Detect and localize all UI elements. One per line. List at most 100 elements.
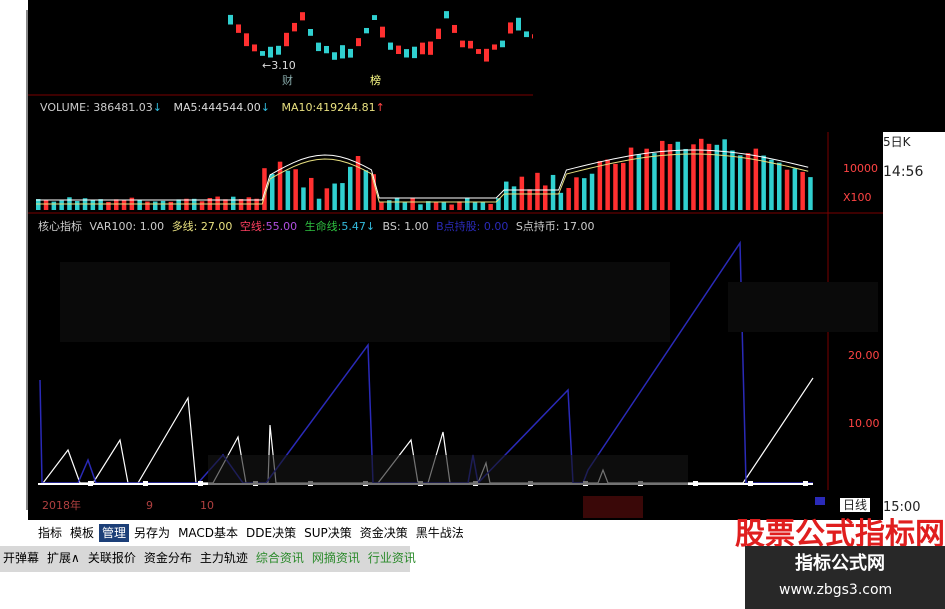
toolbar-button[interactable]: 黑牛战法 bbox=[413, 524, 467, 542]
volume-bar bbox=[176, 199, 181, 210]
life-line-label: 生命线: bbox=[304, 220, 342, 233]
volume-bar bbox=[75, 201, 80, 210]
volume-bar bbox=[418, 204, 423, 210]
volume-bar bbox=[769, 159, 774, 210]
volume-bar bbox=[706, 143, 712, 210]
toolbar-button[interactable]: MACD基本 bbox=[175, 524, 241, 542]
indicator-header: 核心指标 VAR100: 1.00 多线: 27.00 空线:55.00 生命线… bbox=[38, 218, 595, 234]
volume-bar bbox=[137, 200, 142, 210]
toolbar-button[interactable]: 管理 bbox=[99, 524, 130, 542]
candle bbox=[412, 46, 417, 59]
period-button[interactable]: 日线 bbox=[840, 498, 871, 512]
volume-bar bbox=[699, 138, 704, 210]
event-marker-bang[interactable]: 榜 bbox=[370, 75, 381, 87]
volume-bar bbox=[558, 192, 564, 210]
toolbar-row-2: 开弹幕 扩展∧ 关联报价 资金分布 主力轨迹 综合资讯 网摘资讯 行业资讯 bbox=[0, 549, 419, 567]
toolbar-button[interactable]: 主力轨迹 bbox=[197, 549, 251, 567]
volume-unit-label: X100 bbox=[843, 191, 872, 204]
candle bbox=[460, 40, 465, 48]
end-time: 15:00 bbox=[883, 500, 921, 515]
redaction-box bbox=[583, 496, 643, 518]
period-tag: 5日K bbox=[883, 135, 911, 149]
volume-bar bbox=[114, 199, 119, 210]
redaction-box bbox=[533, 0, 945, 132]
volume-bar bbox=[621, 162, 626, 210]
arrow-down-icon: ↓ bbox=[152, 101, 162, 114]
candle bbox=[260, 51, 265, 56]
candle bbox=[372, 15, 377, 20]
watermark-box: 指标公式网 www.zbgs3.com bbox=[745, 546, 945, 609]
volume-bar bbox=[480, 201, 486, 210]
arrow-up-icon: ↑ bbox=[375, 101, 385, 114]
candle bbox=[236, 24, 241, 33]
candle bbox=[508, 22, 513, 34]
toolbar-button[interactable]: SUP决策 bbox=[301, 524, 355, 542]
volume-bar bbox=[145, 201, 150, 210]
volume-bar bbox=[543, 185, 548, 210]
volume-bar bbox=[636, 154, 642, 210]
volume-bar bbox=[363, 170, 369, 210]
candle bbox=[492, 44, 497, 50]
toolbar-button[interactable]: 扩展∧ bbox=[44, 549, 83, 567]
volume-bar bbox=[777, 162, 782, 210]
toolbar-button[interactable]: 另存为 bbox=[131, 524, 173, 542]
candle bbox=[436, 28, 441, 40]
volume-header: VOLUME: 386481.03↓ MA5:444544.00↓ MA10:4… bbox=[40, 101, 385, 114]
toolbar-button[interactable]: 资金决策 bbox=[357, 524, 411, 542]
toolbar-button[interactable]: 模板 bbox=[67, 524, 97, 542]
var100-value: VAR100: 1.00 bbox=[89, 220, 165, 233]
volume-bar bbox=[745, 153, 751, 210]
baseline-marker bbox=[198, 481, 203, 486]
life-line-value: 5.47 bbox=[341, 220, 366, 233]
volume-bar bbox=[441, 202, 447, 210]
volume-bar bbox=[223, 199, 228, 210]
toolbar-button[interactable]: DDE决策 bbox=[243, 524, 299, 542]
toolbar-button[interactable]: 资金分布 bbox=[141, 549, 195, 567]
candle bbox=[284, 32, 289, 47]
volume-bar bbox=[153, 201, 158, 210]
candle bbox=[396, 45, 401, 54]
volume-bar bbox=[410, 197, 415, 210]
volume-bar bbox=[36, 199, 41, 210]
scroll-marker[interactable] bbox=[815, 497, 825, 505]
event-marker-cai[interactable]: 财 bbox=[282, 75, 293, 87]
ma10-label: MA10: bbox=[281, 101, 317, 114]
toolbar-button[interactable]: 行业资讯 bbox=[365, 549, 419, 567]
volume-bar bbox=[597, 161, 603, 210]
volume-bar bbox=[465, 197, 470, 210]
volume-bar bbox=[270, 173, 275, 210]
volume-bar bbox=[98, 199, 103, 210]
volume-label: VOLUME: bbox=[40, 101, 90, 114]
toolbar-button[interactable]: 开弹幕 bbox=[0, 549, 42, 567]
volume-bar bbox=[340, 183, 345, 210]
candle bbox=[228, 14, 233, 25]
time-axis: 2018年 9 10 日线 bbox=[28, 490, 883, 520]
toolbar-button[interactable]: 指标 bbox=[35, 524, 65, 542]
volume-bar bbox=[784, 169, 790, 210]
volume-bar bbox=[449, 204, 454, 210]
baseline-marker bbox=[88, 481, 93, 486]
volume-bar bbox=[667, 144, 673, 210]
baseline-marker bbox=[803, 481, 808, 486]
candle bbox=[340, 45, 345, 59]
volume-bar bbox=[675, 141, 681, 210]
baseline-marker bbox=[748, 481, 753, 486]
right-panel: 5日K 14:56 15:00 bbox=[883, 132, 945, 520]
clock-time: 14:56 bbox=[883, 164, 924, 180]
candle bbox=[356, 38, 361, 47]
candle bbox=[364, 27, 369, 34]
toolbar-button[interactable]: 关联报价 bbox=[85, 549, 139, 567]
toolbar-button[interactable]: 综合资讯 bbox=[253, 549, 307, 567]
candle bbox=[276, 45, 281, 55]
volume-bar bbox=[51, 201, 57, 210]
candle bbox=[444, 11, 449, 19]
volume-bar bbox=[348, 166, 353, 210]
watermark: 股票公式指标网 指标公式网 www.zbgs3.com bbox=[735, 518, 945, 609]
noise-area bbox=[208, 455, 688, 485]
ma5-value: 444544.00 bbox=[201, 101, 261, 114]
volume-bar bbox=[550, 174, 556, 210]
toolbar-button[interactable]: 网摘资讯 bbox=[309, 549, 363, 567]
candle bbox=[324, 45, 329, 54]
indicator-title[interactable]: 核心指标 bbox=[38, 220, 82, 233]
candle bbox=[380, 26, 385, 38]
